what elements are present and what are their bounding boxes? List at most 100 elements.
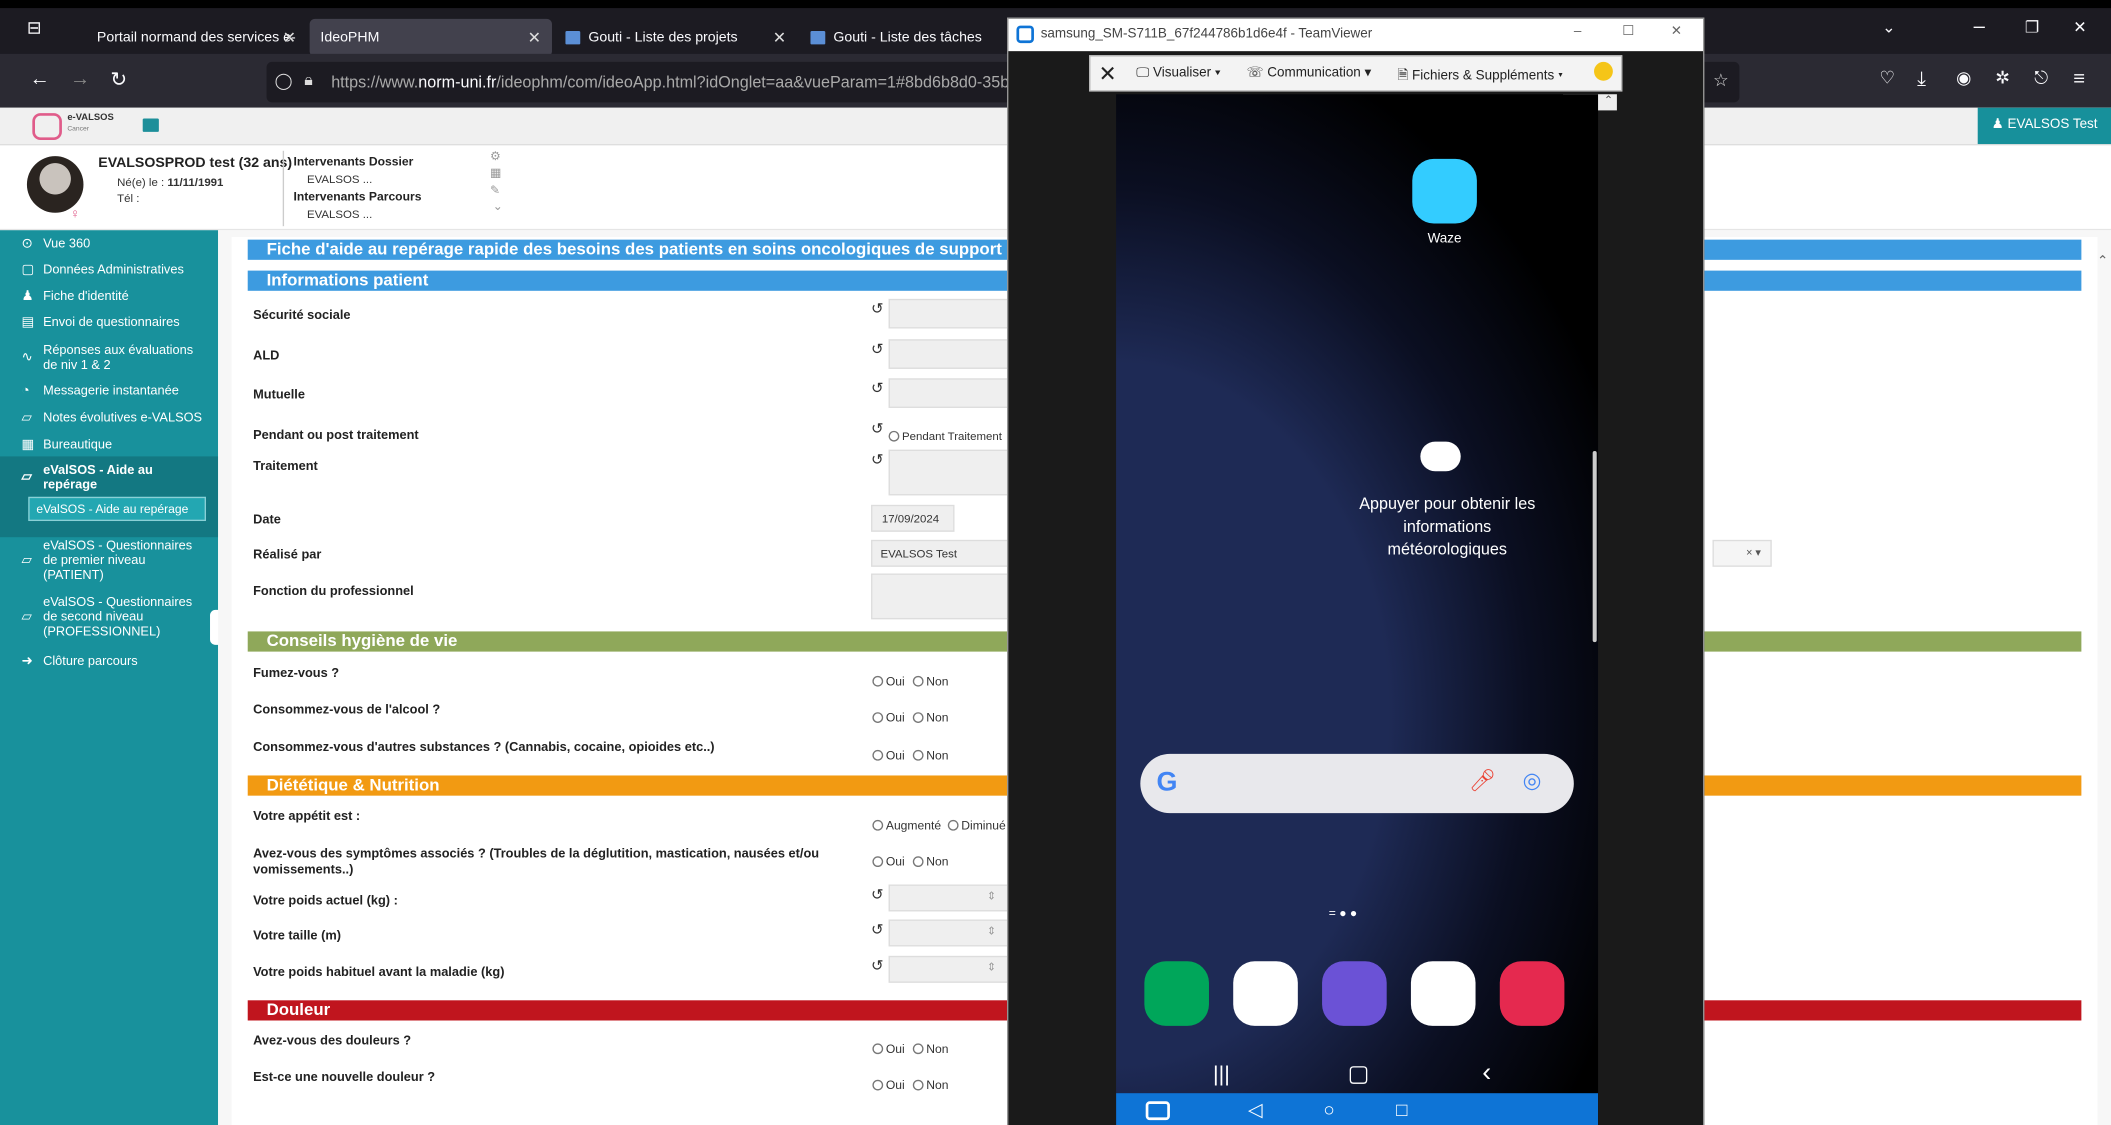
calendar-icon[interactable]: ▦ bbox=[490, 166, 501, 181]
bookmark-star-icon[interactable]: ☆ bbox=[1713, 70, 1729, 92]
scroll-up-icon[interactable]: ⌃ bbox=[2097, 254, 2108, 269]
home-circle-icon[interactable]: ○ bbox=[1323, 1099, 1334, 1121]
history-icon[interactable]: ↺ bbox=[871, 957, 883, 975]
sidebar-item-envoi[interactable]: ▤ Envoi de questionnaires bbox=[0, 315, 218, 330]
communication-menu[interactable]: ☏ Communication ▾ bbox=[1247, 66, 1372, 81]
minimize-icon[interactable]: – bbox=[1574, 24, 1581, 39]
realise-select-end[interactable]: × ▾ bbox=[1712, 539, 1772, 567]
gear-icon[interactable]: ⚙ bbox=[490, 149, 501, 164]
sidebar-subitem-aide-reperage[interactable]: eValSOS - Aide au repérage bbox=[28, 496, 206, 522]
play-store-icon[interactable] bbox=[1410, 961, 1476, 1026]
reload-icon[interactable]: ↻ bbox=[110, 67, 127, 92]
recents-icon[interactable]: ||| bbox=[1213, 1064, 1230, 1088]
secu-input[interactable] bbox=[888, 298, 1010, 329]
close-session-icon[interactable]: ✕ bbox=[1099, 61, 1117, 88]
sidebar-item-bureautique[interactable]: ▦ Bureautique bbox=[0, 438, 218, 453]
clear-icon[interactable]: × ▾ bbox=[1746, 547, 1761, 559]
edge-panel-handle[interactable] bbox=[1592, 451, 1597, 643]
date-input[interactable]: 17/09/2024 bbox=[871, 504, 955, 532]
microphone-icon[interactable]: 🎤︎ bbox=[1469, 767, 1496, 794]
account-icon[interactable]: ◉ bbox=[1956, 67, 1971, 89]
internet-app-icon[interactable] bbox=[1322, 961, 1387, 1026]
tab-ideophm[interactable]: IdeoPHM ✕ bbox=[309, 18, 552, 57]
ald-input[interactable] bbox=[888, 339, 1010, 369]
sidebar-item-identite[interactable]: ♟ Fiche d'identité bbox=[0, 289, 218, 304]
close-icon[interactable]: ✕ bbox=[283, 28, 297, 47]
radio-diminue[interactable]: Diminué bbox=[947, 819, 1006, 832]
share-icon[interactable]: ⎋ bbox=[2034, 67, 2048, 89]
sidebar-item-donnees[interactable]: ▢ Données Administratives bbox=[0, 263, 218, 278]
tab-list-icon[interactable]: ⊟ bbox=[27, 18, 42, 40]
radio-douleurs-oui[interactable]: Oui bbox=[872, 1042, 905, 1055]
spinner-icon[interactable]: ⇕ bbox=[987, 961, 996, 973]
history-icon[interactable]: ↺ bbox=[871, 886, 883, 903]
visualiser-menu[interactable]: 🖵︎ Visualiser ▾ bbox=[1136, 66, 1220, 81]
sidebar-item-cloture[interactable]: ➜ Clôture parcours bbox=[0, 654, 218, 669]
taille-input[interactable]: ⇕ bbox=[888, 919, 1010, 947]
edit-icon[interactable]: ✎ bbox=[490, 183, 500, 198]
poids-habituel-input[interactable]: ⇕ bbox=[888, 955, 1010, 983]
dossier-value[interactable]: EVALSOS ... bbox=[307, 172, 372, 185]
pocket-icon[interactable]: ♡ bbox=[1879, 67, 1895, 89]
sidebar-item-aide-reperage[interactable]: ▱ eValSOS - Aide au repérage bbox=[0, 463, 175, 493]
sidebar-item-second-niveau[interactable]: ▱ eValSOS - Questionnaires de second nive… bbox=[0, 595, 202, 639]
messages-app-icon[interactable] bbox=[1233, 961, 1298, 1026]
radio-symptomes-non[interactable]: Non bbox=[912, 855, 948, 868]
history-icon[interactable]: ↺ bbox=[871, 451, 883, 468]
radio-augmente[interactable]: Augmenté bbox=[872, 819, 941, 832]
mutuelle-input[interactable] bbox=[888, 378, 1010, 408]
extensions-icon[interactable]: ✲ bbox=[1995, 67, 2010, 89]
back-nav-icon[interactable]: ‹ bbox=[1482, 1058, 1491, 1089]
radio-fumez-non[interactable]: Non bbox=[912, 674, 948, 688]
history-icon[interactable]: ↺ bbox=[871, 921, 883, 938]
sidebar-item-reponses[interactable]: ∿ Réponses aux évaluations de niv 1 & 2 bbox=[0, 343, 202, 373]
radio-alcool-non[interactable]: Non bbox=[912, 711, 948, 724]
chevron-down-icon[interactable]: ⌄ bbox=[1882, 18, 1896, 37]
home-icon[interactable]: ▢ bbox=[1348, 1061, 1370, 1088]
sidebar-item-premier-niveau[interactable]: ▱ eValSOS - Questionnaires de premier niv… bbox=[0, 539, 202, 583]
close-icon[interactable]: ✕ bbox=[528, 28, 542, 47]
weather-icon[interactable] bbox=[1420, 441, 1461, 472]
forward-icon[interactable]: → bbox=[70, 67, 90, 90]
sidebar-item-vue360[interactable]: ⊙ Vue 360 bbox=[0, 237, 218, 252]
google-search-bar[interactable]: G 🎤︎ ◎ bbox=[1140, 753, 1574, 814]
radio-alcool-oui[interactable]: Oui bbox=[872, 711, 905, 724]
back-icon[interactable]: ← bbox=[30, 67, 50, 90]
weather-label[interactable]: Appuyer pour obtenir les informations mé… bbox=[1356, 493, 1539, 562]
chevron-down-icon[interactable]: ⌄ bbox=[493, 199, 503, 214]
smiley-icon[interactable] bbox=[1594, 61, 1613, 81]
spinner-icon[interactable]: ⇕ bbox=[987, 925, 996, 937]
poids-input[interactable]: ⇕ bbox=[888, 884, 1010, 912]
tab-gouti-taches[interactable]: Gouti - Liste des tâches bbox=[800, 19, 1002, 57]
back-triangle-icon[interactable]: ◁ bbox=[1248, 1099, 1263, 1122]
tab-portail[interactable]: Portail normand des services e- ✕ bbox=[81, 19, 307, 57]
waze-icon[interactable] bbox=[1412, 158, 1477, 224]
traitement-input[interactable] bbox=[888, 449, 1010, 496]
fichiers-menu[interactable]: 🗎︎ Fichiers & Suppléments ▾ bbox=[1397, 66, 1562, 89]
radio-nouvelle-non[interactable]: Non bbox=[912, 1078, 948, 1092]
minimize-icon[interactable]: – bbox=[1974, 15, 1985, 38]
history-icon[interactable]: ↺ bbox=[871, 300, 883, 318]
teamviewer-icon[interactable] bbox=[1145, 1101, 1170, 1121]
history-icon[interactable]: ↺ bbox=[871, 341, 883, 358]
history-icon[interactable]: ↺ bbox=[871, 380, 883, 397]
phone-app-icon[interactable] bbox=[1144, 961, 1209, 1026]
radio-fumez-oui[interactable]: Oui bbox=[872, 674, 905, 688]
realise-select[interactable]: EVALSOS Test bbox=[871, 539, 1010, 567]
menu-icon[interactable]: ≡ bbox=[2073, 67, 2085, 90]
fonction-input[interactable] bbox=[871, 573, 1010, 620]
restore-icon[interactable]: ❐ bbox=[2025, 18, 2039, 37]
sidebar-item-messagerie[interactable]: ◔ Messagerie instantanée bbox=[0, 384, 218, 399]
maximize-icon[interactable]: ☐ bbox=[1622, 24, 1634, 39]
radio-symptomes-oui[interactable]: Oui bbox=[872, 855, 905, 868]
radio-pendant[interactable]: Pendant Traitement bbox=[888, 429, 1002, 443]
user-button[interactable]: ♟ EVALSOS Test bbox=[1978, 107, 2111, 145]
parcours-value[interactable]: EVALSOS ... bbox=[307, 207, 372, 220]
history-icon[interactable]: ↺ bbox=[871, 420, 883, 437]
close-window-icon[interactable]: ✕ bbox=[2073, 18, 2087, 37]
folder-icon[interactable] bbox=[142, 118, 159, 132]
download-icon[interactable]: ⤓ bbox=[1917, 67, 1926, 90]
spinner-icon[interactable]: ⇕ bbox=[987, 890, 996, 902]
camera-app-icon[interactable] bbox=[1499, 961, 1565, 1026]
close-icon[interactable]: ✕ bbox=[773, 28, 787, 47]
